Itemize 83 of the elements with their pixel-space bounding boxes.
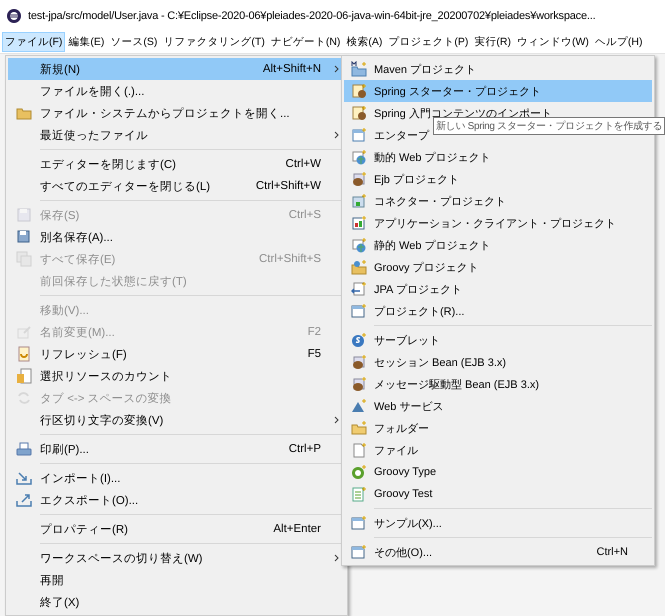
bean-icon <box>351 354 367 370</box>
menu-item[interactable]: エクスポート(O)... <box>8 489 345 511</box>
menu-item[interactable]: フォルダー <box>344 417 652 439</box>
menu[interactable]: ソース(S) <box>107 32 160 52</box>
menu-item[interactable]: 終了(X) <box>8 591 345 613</box>
project-folder-icon <box>351 61 367 77</box>
menu-item[interactable]: エディターを閉じます(C) Ctrl+W <box>8 153 345 175</box>
groovy-type-icon <box>351 464 367 480</box>
refresh-icon <box>16 346 32 362</box>
application-icon <box>351 215 367 231</box>
menu[interactable]: 検索(A) <box>343 32 386 52</box>
menu-item[interactable]: 最近使ったファイル <box>8 124 345 146</box>
menu-item[interactable]: インポート(I)... <box>8 467 345 489</box>
printer-icon <box>16 441 32 457</box>
menu-item[interactable]: その他(O)... Ctrl+N <box>344 541 652 563</box>
arrows-icon <box>16 390 32 406</box>
menu[interactable]: 実行(R) <box>471 32 514 52</box>
chevron-right-icon <box>334 65 338 73</box>
menu-item[interactable]: 別名保存(A)... <box>8 226 345 248</box>
bean-icon <box>351 376 367 392</box>
project-folder-icon <box>351 259 367 275</box>
menu-item[interactable]: JPA プロジェクト <box>344 278 652 300</box>
menu[interactable]: ナビゲート(N) <box>268 32 344 52</box>
document-icon <box>16 368 32 384</box>
folder-icon <box>351 420 367 436</box>
floppy-disks-icon <box>16 251 32 267</box>
window-icon <box>351 544 367 560</box>
entity-icon <box>351 281 367 297</box>
menu-item[interactable]: コネクター・プロジェクト <box>344 190 652 212</box>
menu-item[interactable]: Spring スターター・プロジェクト <box>344 80 652 102</box>
connector-icon <box>351 193 367 209</box>
menu-item[interactable]: Groovy Test <box>344 483 652 505</box>
export-icon <box>16 492 32 508</box>
window-icon <box>351 515 367 531</box>
menu-item[interactable]: サーブレット <box>344 329 652 351</box>
menu-item[interactable]: サンプル(X)... <box>344 512 652 534</box>
menu-item[interactable]: アプリケーション・クライアント・プロジェクト <box>344 212 652 234</box>
import-icon <box>16 470 32 486</box>
menu-item[interactable]: ファイルを開く(.)... <box>8 80 345 102</box>
menu-item[interactable]: ファイル・システムからプロジェクトを開く... <box>8 102 345 124</box>
menu-item[interactable]: Groovy プロジェクト <box>344 256 652 278</box>
menu-item[interactable]: Groovy Type <box>344 461 652 483</box>
window-title: test-jpa/src/model/User.java - C:¥Eclipse-2020-06¥pleiades-2020-06-java-win-64bit-jre_20200702¥pleiades¥workspace... <box>28 10 596 22</box>
menu[interactable]: ファイル(F) <box>2 32 66 52</box>
menu-item[interactable]: 静的 Web プロジェクト <box>344 234 652 256</box>
menu-item[interactable]: すべてのエディターを閉じる(L) Ctrl+Shift+W <box>8 175 345 197</box>
document-bean-icon <box>351 83 367 99</box>
menu-item[interactable]: プロジェクト(R)... <box>344 300 652 322</box>
app-logo-icon <box>6 8 22 24</box>
menu-item[interactable]: 印刷(P)... Ctrl+P <box>8 438 345 460</box>
window-icon <box>351 127 367 143</box>
chevron-right-icon <box>334 554 338 562</box>
menu-item[interactable]: Web サービス <box>344 395 652 417</box>
document-bean-icon <box>351 105 367 121</box>
menu-item[interactable]: プロパティー(R) Alt+Enter <box>8 518 345 540</box>
globe-icon <box>351 237 367 253</box>
globe-icon <box>351 149 367 165</box>
menu-item[interactable]: ファイル <box>344 439 652 461</box>
chevron-right-icon <box>334 131 338 139</box>
test-document-icon <box>351 486 367 502</box>
menu-item[interactable]: 行区切り文字の変換(V) <box>8 409 345 431</box>
menu-item[interactable]: Ejb プロジェクト <box>344 168 652 190</box>
menu-item[interactable]: 再開 <box>8 569 345 591</box>
web-service-icon <box>351 398 367 414</box>
servlet-icon <box>351 332 367 348</box>
menu[interactable]: 編集(E) <box>65 32 108 52</box>
menu-item[interactable]: 選択リソースのカウント <box>8 365 345 387</box>
menu[interactable]: ヘルプ(H) <box>592 32 646 52</box>
file-icon <box>351 442 367 458</box>
window-icon <box>351 303 367 319</box>
bean-icon <box>351 171 367 187</box>
pencil-icon <box>16 324 32 340</box>
chevron-right-icon <box>334 416 338 424</box>
menu[interactable]: リファクタリング(T) <box>160 32 268 52</box>
menu[interactable]: ウィンドウ(W) <box>514 32 592 52</box>
tooltip: 新しい Spring スターター・プロジェクトを作成する <box>433 117 665 135</box>
menu-item[interactable]: リフレッシュ(F) F5 <box>8 343 345 365</box>
menu-item[interactable]: Maven プロジェクト <box>344 58 652 80</box>
menu-item[interactable]: 動的 Web プロジェクト <box>344 146 652 168</box>
menu[interactable]: プロジェクト(P) <box>385 32 472 52</box>
menu-item[interactable]: セッション Bean (EJB 3.x) <box>344 351 652 373</box>
menu-item[interactable]: ワークスペースの切り替え(W) <box>8 547 345 569</box>
menu-item[interactable]: メッセージ駆動型 Bean (EJB 3.x) <box>344 373 652 395</box>
